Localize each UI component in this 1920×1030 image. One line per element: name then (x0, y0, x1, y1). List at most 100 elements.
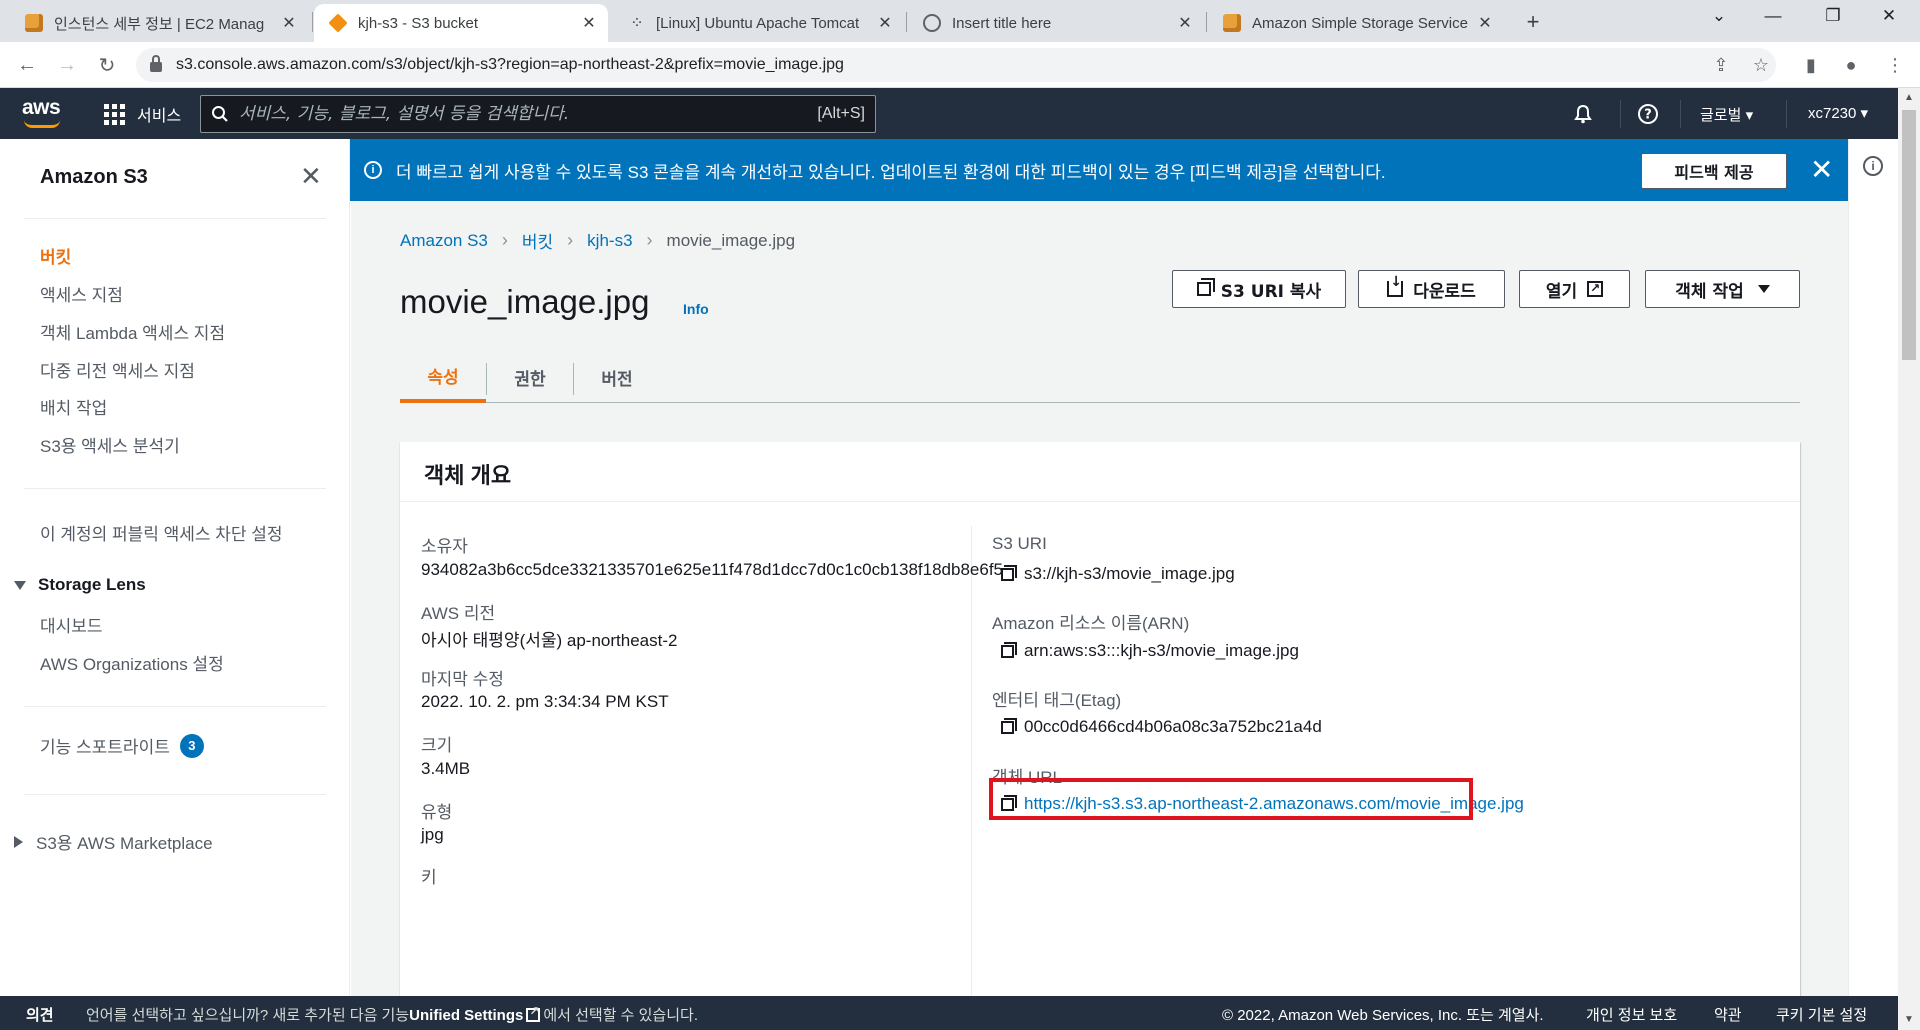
tab-properties[interactable]: 속성 (400, 351, 486, 403)
chevron-right-icon: › (646, 230, 653, 250)
last-modified-label: 마지막 수정 (421, 670, 504, 689)
close-icon[interactable]: ✕ (876, 13, 894, 33)
s3-uri-label: S3 URI (992, 534, 1047, 553)
scrollbar-thumb[interactable] (1902, 110, 1916, 360)
help-icon[interactable]: ? (1634, 100, 1662, 128)
region-dropdown[interactable]: 글로벌 ▾ (1700, 104, 1753, 125)
search-input[interactable] (239, 104, 818, 124)
services-menu-button[interactable]: 서비스 (104, 102, 181, 126)
terms-link[interactable]: 약관 (1714, 1004, 1742, 1025)
url-field[interactable]: s3.console.aws.amazon.com/s3/object/kjh-… (136, 48, 1776, 82)
sidebar-item-marketplace[interactable]: S3용 AWS Marketplace (14, 829, 213, 854)
breadcrumb-amazon-s3[interactable]: Amazon S3 (400, 231, 488, 251)
sidebar-item-feature-spotlight[interactable]: 기능 스포트라이트 3 (40, 733, 204, 758)
aws-logo[interactable]: aws (22, 96, 61, 120)
close-icon[interactable]: ✕ (1476, 13, 1494, 33)
share-icon[interactable]: ⇪ (1706, 50, 1736, 80)
bookmark-star-icon[interactable]: ☆ (1746, 50, 1776, 80)
page-scrollbar[interactable]: ▲ ▼ (1898, 88, 1920, 1030)
copy-s3-uri-button[interactable]: S3 URI 복사 (1172, 270, 1346, 308)
services-label: 서비스 (137, 108, 182, 125)
arn-label: Amazon 리소스 이름(ARN) (992, 614, 1190, 633)
type-value: jpg (421, 825, 444, 844)
info-icon[interactable]: i (1863, 156, 1883, 176)
close-icon[interactable]: ✕ (280, 13, 298, 33)
tab-search-chevron-icon[interactable]: ⌄ (1696, 0, 1742, 32)
sidebar-item-buckets[interactable]: 버킷 (40, 243, 71, 268)
window-close-icon[interactable]: ✕ (1866, 0, 1912, 32)
browser-tab-amazon-s3[interactable]: Amazon Simple Storage Service ✕ (1208, 4, 1504, 42)
tab-separator (1206, 12, 1207, 32)
feedback-link[interactable]: 의견 (26, 1004, 54, 1025)
sidebar-item-batch-operations[interactable]: 배치 작업 (40, 394, 107, 419)
forward-arrow-icon[interactable]: → (52, 50, 82, 80)
download-label: 다운로드 (1413, 281, 1476, 302)
sidebar-item-organizations-settings[interactable]: AWS Organizations 설정 (40, 650, 224, 675)
sidebar-title: Amazon S3 (40, 166, 148, 188)
nav-divider (1620, 100, 1621, 128)
size-value: 3.4MB (421, 759, 471, 778)
breadcrumb-bucket[interactable]: kjh-s3 (587, 231, 632, 251)
external-link-icon: ↗ (1587, 281, 1604, 297)
browser-tab-ec2[interactable]: 인스턴스 세부 정보 | EC2 Manag ✕ (10, 4, 308, 42)
browser-tab-insert-title[interactable]: Insert title here ✕ (908, 4, 1204, 42)
close-icon[interactable]: ✕ (1176, 13, 1194, 33)
tab-title: 인스턴스 세부 정보 | EC2 Manag (54, 15, 265, 33)
panel-header: 객체 개요 (400, 442, 1800, 502)
sidebar-item-lambda-access-points[interactable]: 객체 Lambda 액세스 지점 (40, 319, 225, 344)
panel-title: 객체 개요 (424, 463, 512, 488)
new-tab-plus-icon[interactable]: + (1510, 6, 1556, 38)
sidebar-item-public-access-block[interactable]: 이 계정의 퍼블릭 액세스 차단 설정 (40, 520, 283, 545)
dots-icon: ⁘ (630, 15, 643, 32)
restore-icon[interactable]: ❐ (1810, 0, 1856, 32)
scroll-down-arrow-icon[interactable]: ▼ (1904, 1014, 1914, 1025)
etag-label: 엔터티 태그(Etag) (992, 691, 1122, 710)
lock-icon (150, 55, 162, 72)
tab-separator (312, 12, 313, 32)
banner-message: 더 빠르고 쉽게 사용할 수 있도록 S3 콘솔을 계속 개선하고 있습니다. … (396, 163, 1386, 182)
back-arrow-icon[interactable]: ← (12, 50, 42, 80)
sidebar-item-multi-region-access-points[interactable]: 다중 리전 액세스 지점 (40, 357, 195, 382)
help-panel-rail: i (1848, 139, 1898, 996)
breadcrumb-buckets[interactable]: 버킷 (522, 228, 553, 253)
console-footer: 의견 언어를 선택하고 싶으십니까? 새로 추가된 다음 기능Unified S… (0, 996, 1898, 1030)
aws-box-icon (1222, 13, 1242, 33)
profile-avatar-icon[interactable]: ● (1836, 50, 1866, 80)
minimize-icon[interactable]: — (1750, 0, 1796, 32)
cookie-preferences-link[interactable]: 쿠키 기본 설정 (1776, 1004, 1867, 1025)
copy-icon[interactable] (1001, 641, 1017, 658)
close-icon[interactable]: ✕ (300, 161, 322, 192)
sidebar-item-access-points[interactable]: 액세스 지점 (40, 281, 123, 306)
browser-tab-s3-bucket[interactable]: kjh-s3 - S3 bucket ✕ (314, 4, 608, 42)
unified-settings-link[interactable]: Unified Settings (409, 1007, 523, 1024)
info-link[interactable]: Info (683, 301, 709, 317)
bell-icon[interactable] (1569, 100, 1597, 128)
sidebar-item-access-analyzer[interactable]: S3용 액세스 분석기 (40, 432, 180, 457)
tab-title: Insert title here (952, 14, 1052, 32)
object-actions-dropdown[interactable]: 객체 작업 (1645, 270, 1800, 308)
sidebar-item-dashboards[interactable]: 대시보드 (40, 612, 103, 637)
open-button[interactable]: 열기 ↗ (1519, 270, 1630, 308)
region-value: 아시아 태평양(서울) ap-northeast-2 (421, 631, 678, 650)
scroll-up-arrow-icon[interactable]: ▲ (1904, 92, 1914, 103)
download-button[interactable]: 다운로드 (1358, 270, 1505, 308)
close-icon[interactable]: ✕ (580, 13, 598, 33)
browser-tab-tomcat[interactable]: ⁘ [Linux] Ubuntu Apache Tomcat ✕ (612, 4, 904, 42)
privacy-link[interactable]: 개인 정보 보호 (1586, 1004, 1677, 1025)
storage-lens-toggle[interactable]: Storage Lens (14, 575, 146, 595)
reload-icon[interactable]: ↻ (92, 50, 122, 80)
svg-text:?: ? (1644, 108, 1652, 123)
s3-uri-value: s3://kjh-s3/movie_image.jpg (1001, 564, 1235, 584)
give-feedback-button[interactable]: 피드백 제공 (1641, 153, 1787, 189)
nav-divider (1786, 100, 1787, 128)
tab-permissions[interactable]: 권한 (487, 351, 573, 403)
close-icon[interactable]: ✕ (1810, 153, 1833, 186)
copy-icon (1196, 278, 1215, 296)
account-dropdown[interactable]: xc7230 ▾ (1808, 104, 1868, 122)
copy-icon[interactable] (1001, 564, 1017, 581)
tab-title: Amazon Simple Storage Service (1252, 14, 1468, 32)
tab-versions[interactable]: 버전 (574, 351, 660, 403)
kebab-menu-icon[interactable]: ⋮ (1880, 50, 1910, 80)
sidepanel-icon[interactable]: ▮ (1796, 50, 1826, 80)
copy-icon[interactable] (1001, 717, 1017, 734)
